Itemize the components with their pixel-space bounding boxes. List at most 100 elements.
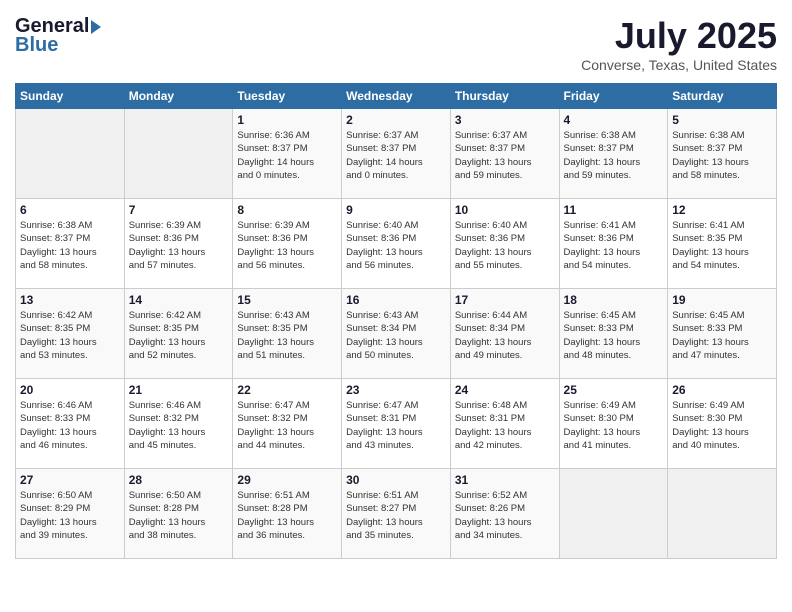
day-info: Sunrise: 6:46 AM Sunset: 8:33 PM Dayligh…: [20, 399, 120, 452]
weekday-header-row: SundayMondayTuesdayWednesdayThursdayFrid…: [16, 84, 777, 109]
calendar-cell: 31 Sunrise: 6:52 AM Sunset: 8:26 PM Dayli…: [450, 469, 559, 559]
day-info: Sunrise: 6:41 AM Sunset: 8:35 PM Dayligh…: [672, 219, 772, 272]
weekday-header-friday: Friday: [559, 84, 668, 109]
day-info: Sunrise: 6:51 AM Sunset: 8:28 PM Dayligh…: [237, 489, 337, 542]
day-info: Sunrise: 6:47 AM Sunset: 8:32 PM Dayligh…: [237, 399, 337, 452]
day-info: Sunrise: 6:43 AM Sunset: 8:34 PM Dayligh…: [346, 309, 446, 362]
day-info: Sunrise: 6:44 AM Sunset: 8:34 PM Dayligh…: [455, 309, 555, 362]
day-info: Sunrise: 6:41 AM Sunset: 8:36 PM Dayligh…: [564, 219, 664, 272]
day-number: 8: [237, 203, 337, 217]
calendar-week-row: 20 Sunrise: 6:46 AM Sunset: 8:33 PM Dayli…: [16, 379, 777, 469]
day-info: Sunrise: 6:47 AM Sunset: 8:31 PM Dayligh…: [346, 399, 446, 452]
logo-blue: Blue: [15, 34, 58, 57]
calendar-cell: 2 Sunrise: 6:37 AM Sunset: 8:37 PM Daylig…: [342, 109, 451, 199]
calendar-cell: [559, 469, 668, 559]
day-number: 7: [129, 203, 229, 217]
day-info: Sunrise: 6:48 AM Sunset: 8:31 PM Dayligh…: [455, 399, 555, 452]
day-number: 31: [455, 473, 555, 487]
day-info: Sunrise: 6:39 AM Sunset: 8:36 PM Dayligh…: [129, 219, 229, 272]
day-info: Sunrise: 6:50 AM Sunset: 8:28 PM Dayligh…: [129, 489, 229, 542]
day-info: Sunrise: 6:51 AM Sunset: 8:27 PM Dayligh…: [346, 489, 446, 542]
calendar-week-row: 13 Sunrise: 6:42 AM Sunset: 8:35 PM Dayli…: [16, 289, 777, 379]
day-info: Sunrise: 6:40 AM Sunset: 8:36 PM Dayligh…: [455, 219, 555, 272]
day-number: 26: [672, 383, 772, 397]
logo: General Blue: [15, 15, 103, 57]
calendar-cell: 10Sunrise: 6:40 AM Sunset: 8:36 PM Dayli…: [450, 199, 559, 289]
day-number: 2: [346, 113, 446, 127]
calendar-cell: 19Sunrise: 6:45 AM Sunset: 8:33 PM Dayli…: [668, 289, 777, 379]
calendar-table: SundayMondayTuesdayWednesdayThursdayFrid…: [15, 83, 777, 559]
day-info: Sunrise: 6:45 AM Sunset: 8:33 PM Dayligh…: [672, 309, 772, 362]
day-number: 28: [129, 473, 229, 487]
day-info: Sunrise: 6:37 AM Sunset: 8:37 PM Dayligh…: [346, 129, 446, 182]
day-number: 11: [564, 203, 664, 217]
weekday-header-thursday: Thursday: [450, 84, 559, 109]
calendar-cell: [668, 469, 777, 559]
day-info: Sunrise: 6:49 AM Sunset: 8:30 PM Dayligh…: [564, 399, 664, 452]
location-subtitle: Converse, Texas, United States: [581, 57, 777, 73]
day-info: Sunrise: 6:36 AM Sunset: 8:37 PM Dayligh…: [237, 129, 337, 182]
day-number: 22: [237, 383, 337, 397]
day-number: 25: [564, 383, 664, 397]
day-info: Sunrise: 6:45 AM Sunset: 8:33 PM Dayligh…: [564, 309, 664, 362]
calendar-cell: 3Sunrise: 6:37 AM Sunset: 8:37 PM Daylig…: [450, 109, 559, 199]
day-number: 29: [237, 473, 337, 487]
day-number: 14: [129, 293, 229, 307]
day-number: 27: [20, 473, 120, 487]
day-number: 12: [672, 203, 772, 217]
day-info: Sunrise: 6:38 AM Sunset: 8:37 PM Dayligh…: [20, 219, 120, 272]
month-year-title: July 2025: [581, 15, 777, 57]
day-number: 4: [564, 113, 664, 127]
calendar-cell: 12 Sunrise: 6:41 AM Sunset: 8:35 PM Dayli…: [668, 199, 777, 289]
day-number: 1: [237, 113, 337, 127]
calendar-cell: 22 Sunrise: 6:47 AM Sunset: 8:32 PM Dayli…: [233, 379, 342, 469]
day-number: 24: [455, 383, 555, 397]
day-info: Sunrise: 6:40 AM Sunset: 8:36 PM Dayligh…: [346, 219, 446, 272]
calendar-cell: 16 Sunrise: 6:43 AM Sunset: 8:34 PM Dayli…: [342, 289, 451, 379]
weekday-header-sunday: Sunday: [16, 84, 125, 109]
day-number: 16: [346, 293, 446, 307]
day-info: Sunrise: 6:39 AM Sunset: 8:36 PM Dayligh…: [237, 219, 337, 272]
day-number: 5: [672, 113, 772, 127]
title-block: July 2025 Converse, Texas, United States: [581, 15, 777, 73]
day-info: Sunrise: 6:38 AM Sunset: 8:37 PM Dayligh…: [672, 129, 772, 182]
calendar-cell: 13 Sunrise: 6:42 AM Sunset: 8:35 PM Dayli…: [16, 289, 125, 379]
calendar-cell: 9 Sunrise: 6:40 AM Sunset: 8:36 PM Daylig…: [342, 199, 451, 289]
day-number: 17: [455, 293, 555, 307]
calendar-cell: 11 Sunrise: 6:41 AM Sunset: 8:36 PM Dayli…: [559, 199, 668, 289]
day-info: Sunrise: 6:52 AM Sunset: 8:26 PM Dayligh…: [455, 489, 555, 542]
day-info: Sunrise: 6:38 AM Sunset: 8:37 PM Dayligh…: [564, 129, 664, 182]
calendar-cell: 4 Sunrise: 6:38 AM Sunset: 8:37 PM Daylig…: [559, 109, 668, 199]
day-info: Sunrise: 6:43 AM Sunset: 8:35 PM Dayligh…: [237, 309, 337, 362]
calendar-week-row: 27 Sunrise: 6:50 AM Sunset: 8:29 PM Dayli…: [16, 469, 777, 559]
day-number: 9: [346, 203, 446, 217]
day-number: 20: [20, 383, 120, 397]
calendar-cell: 26Sunrise: 6:49 AM Sunset: 8:30 PM Dayli…: [668, 379, 777, 469]
calendar-cell: 28 Sunrise: 6:50 AM Sunset: 8:28 PM Dayli…: [124, 469, 233, 559]
calendar-cell: 8 Sunrise: 6:39 AM Sunset: 8:36 PM Daylig…: [233, 199, 342, 289]
day-number: 13: [20, 293, 120, 307]
day-number: 18: [564, 293, 664, 307]
calendar-cell: 20 Sunrise: 6:46 AM Sunset: 8:33 PM Dayli…: [16, 379, 125, 469]
day-number: 6: [20, 203, 120, 217]
calendar-cell: 27 Sunrise: 6:50 AM Sunset: 8:29 PM Dayli…: [16, 469, 125, 559]
calendar-cell: 1 Sunrise: 6:36 AM Sunset: 8:37 PM Daylig…: [233, 109, 342, 199]
weekday-header-wednesday: Wednesday: [342, 84, 451, 109]
day-info: Sunrise: 6:42 AM Sunset: 8:35 PM Dayligh…: [129, 309, 229, 362]
day-info: Sunrise: 6:42 AM Sunset: 8:35 PM Dayligh…: [20, 309, 120, 362]
calendar-cell: 21Sunrise: 6:46 AM Sunset: 8:32 PM Dayli…: [124, 379, 233, 469]
calendar-cell: 18 Sunrise: 6:45 AM Sunset: 8:33 PM Dayli…: [559, 289, 668, 379]
day-info: Sunrise: 6:50 AM Sunset: 8:29 PM Dayligh…: [20, 489, 120, 542]
weekday-header-saturday: Saturday: [668, 84, 777, 109]
calendar-cell: 6 Sunrise: 6:38 AM Sunset: 8:37 PM Daylig…: [16, 199, 125, 289]
calendar-cell: 29 Sunrise: 6:51 AM Sunset: 8:28 PM Dayli…: [233, 469, 342, 559]
calendar-cell: 30Sunrise: 6:51 AM Sunset: 8:27 PM Dayli…: [342, 469, 451, 559]
weekday-header-monday: Monday: [124, 84, 233, 109]
weekday-header-tuesday: Tuesday: [233, 84, 342, 109]
day-info: Sunrise: 6:37 AM Sunset: 8:37 PM Dayligh…: [455, 129, 555, 182]
day-number: 15: [237, 293, 337, 307]
calendar-week-row: 1 Sunrise: 6:36 AM Sunset: 8:37 PM Daylig…: [16, 109, 777, 199]
day-number: 23: [346, 383, 446, 397]
calendar-cell: 25 Sunrise: 6:49 AM Sunset: 8:30 PM Dayli…: [559, 379, 668, 469]
calendar-cell: 7 Sunrise: 6:39 AM Sunset: 8:36 PM Daylig…: [124, 199, 233, 289]
